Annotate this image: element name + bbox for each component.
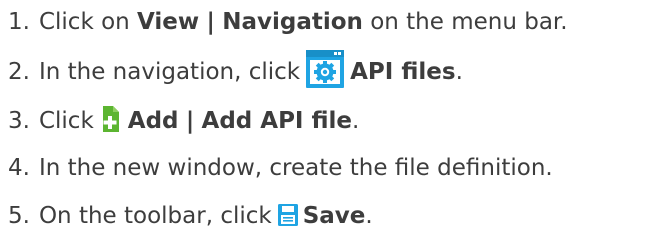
menu-separator: | bbox=[185, 108, 195, 134]
step-number: 2. bbox=[8, 59, 30, 85]
menu-view-label: View bbox=[137, 9, 200, 35]
step-number: 5. bbox=[8, 203, 30, 229]
save-label: Save bbox=[302, 203, 366, 229]
step-5: 5. On the toolbar, click Save. bbox=[8, 201, 373, 231]
add-file-icon bbox=[100, 106, 122, 132]
step-number: 4. bbox=[8, 155, 30, 181]
save-icon bbox=[277, 203, 298, 226]
step-text-after: . bbox=[352, 108, 360, 134]
add-label: Add bbox=[127, 108, 179, 134]
menu-navigation-label: Navigation bbox=[222, 9, 363, 35]
api-files-label: API files bbox=[350, 59, 456, 85]
step-text: On the toolbar, click bbox=[38, 203, 272, 229]
step-text-after: . bbox=[455, 59, 463, 85]
step-text: Click bbox=[38, 108, 94, 134]
step-3: 3. Click Add | Add API file. bbox=[8, 106, 359, 136]
step-1: 1. Click on View | Navigation on the menu… bbox=[8, 7, 568, 37]
add-api-file-label: Add API file bbox=[201, 108, 353, 134]
step-number: 1. bbox=[8, 9, 30, 35]
step-text-after: on the menu bar. bbox=[370, 9, 568, 35]
api-files-icon bbox=[306, 49, 345, 88]
step-text: In the navigation, click bbox=[38, 59, 301, 85]
step-text: Click on bbox=[38, 9, 130, 35]
menu-separator: | bbox=[206, 9, 215, 35]
step-text: In the new window, create the file defin… bbox=[38, 155, 553, 181]
step-4: 4. In the new window, create the file def… bbox=[8, 153, 553, 183]
step-text-after: . bbox=[365, 203, 373, 229]
step-2: 2. In the navigation, click API files. bbox=[8, 49, 463, 88]
step-number: 3. bbox=[8, 108, 30, 134]
